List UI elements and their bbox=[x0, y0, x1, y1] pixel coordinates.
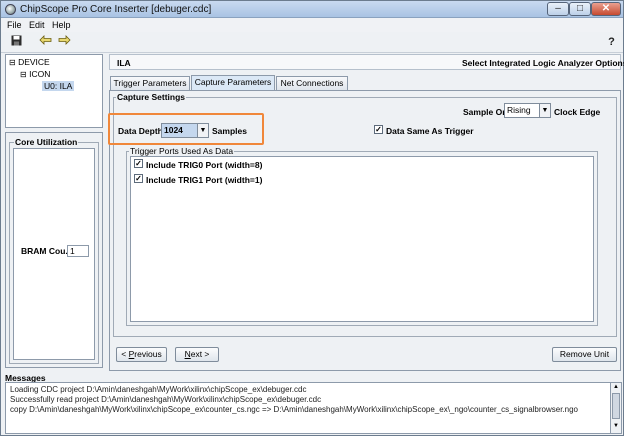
window-title: ChipScope Pro Core Inserter [debuger.cdc… bbox=[20, 4, 212, 15]
collapse-icon[interactable]: ⊟ bbox=[9, 58, 16, 67]
capture-settings-title: Capture Settings bbox=[116, 92, 187, 102]
menu-file-label: File bbox=[7, 20, 22, 30]
tree-node-icon[interactable]: ⊟ ICON bbox=[20, 69, 50, 79]
menu-bar bbox=[1, 18, 623, 32]
scroll-up-icon[interactable]: ▲ bbox=[612, 384, 620, 392]
chevron-down-icon[interactable]: ▼ bbox=[197, 124, 208, 137]
message-line: copy D:\Amin\daneshgah\MyWork\xilinx\chi… bbox=[10, 405, 579, 414]
bram-count-value: 1 bbox=[67, 245, 89, 257]
menu-file[interactable]: File bbox=[7, 20, 22, 30]
menu-help-label: Help bbox=[52, 20, 71, 30]
minimize-button[interactable]: – bbox=[547, 2, 569, 16]
data-depth-value: 1024 bbox=[164, 125, 183, 135]
remove-unit-label: Remove Unit bbox=[559, 349, 610, 359]
toolbar bbox=[1, 32, 623, 53]
maximize-button[interactable]: □ bbox=[569, 2, 591, 16]
tree-icon-label: ICON bbox=[29, 69, 51, 79]
messages-scrollbar[interactable]: ▲ ▼ bbox=[610, 382, 622, 434]
data-same-as-trigger-checkbox[interactable]: ✓ bbox=[374, 125, 383, 134]
core-description: Select Integrated Logic Analyzer Options bbox=[462, 58, 624, 68]
arrow-left-icon[interactable] bbox=[38, 35, 53, 49]
collapse-icon[interactable]: ⊟ bbox=[20, 70, 27, 79]
data-same-as-trigger-label: Data Same As Trigger bbox=[386, 126, 474, 136]
tab-trigger-parameters[interactable]: Trigger Parameters bbox=[110, 76, 190, 90]
previous-prefix: < bbox=[121, 349, 129, 359]
bram-count-label: BRAM Cou... bbox=[21, 246, 73, 256]
menu-edit-label: Edit bbox=[29, 20, 45, 30]
include-trig0-checkbox[interactable]: ✓ bbox=[134, 159, 143, 168]
tree-device-label: DEVICE bbox=[18, 57, 50, 67]
data-depth-label: Data Depth: bbox=[118, 126, 166, 136]
clock-edge-label: Clock Edge bbox=[554, 107, 601, 117]
chevron-down-icon[interactable]: ▼ bbox=[539, 104, 550, 117]
samples-label: Samples bbox=[212, 126, 247, 136]
menu-help[interactable]: Help bbox=[52, 20, 71, 30]
tab-net-connections[interactable]: Net Connections bbox=[276, 76, 348, 90]
core-utilization-title: Core Utilization bbox=[14, 137, 79, 147]
core-name: ILA bbox=[117, 58, 131, 68]
save-icon[interactable] bbox=[9, 35, 24, 49]
tab-capture-parameters[interactable]: Capture Parameters bbox=[191, 75, 275, 90]
data-depth-select[interactable]: 1024 ▼ bbox=[161, 123, 209, 138]
previous-button[interactable]: < Previous bbox=[116, 347, 167, 362]
message-line: Loading CDC project D:\Amin\daneshgah\My… bbox=[10, 385, 307, 394]
app-icon bbox=[5, 4, 16, 15]
tree-ila-label: U0: ILA bbox=[44, 81, 73, 91]
messages-log: Loading CDC project D:\Amin\daneshgah\My… bbox=[5, 382, 611, 434]
sample-on-value: Rising bbox=[507, 105, 531, 115]
scroll-down-icon[interactable]: ▼ bbox=[612, 423, 620, 431]
remove-unit-button[interactable]: Remove Unit bbox=[552, 347, 617, 362]
next-rest: ext > bbox=[190, 349, 210, 359]
message-line: Successfully read project D:\Amin\danesh… bbox=[10, 395, 322, 404]
tab-label: Trigger Parameters bbox=[113, 78, 187, 88]
include-trig1-label: Include TRIG1 Port (width=1) bbox=[146, 175, 263, 185]
menu-edit[interactable]: Edit bbox=[29, 20, 45, 30]
include-trig1-checkbox[interactable]: ✓ bbox=[134, 174, 143, 183]
tree-node-device[interactable]: ⊟ DEVICE bbox=[9, 57, 50, 67]
previous-rest: revious bbox=[134, 349, 162, 359]
help-icon[interactable]: ? bbox=[604, 35, 619, 49]
tab-label: Net Connections bbox=[280, 78, 344, 88]
trigger-ports-title: Trigger Ports Used As Data bbox=[129, 146, 235, 156]
app-window: ChipScope Pro Core Inserter [debuger.cdc… bbox=[0, 0, 624, 436]
scroll-thumb[interactable] bbox=[612, 393, 620, 419]
sample-on-select[interactable]: Rising ▼ bbox=[504, 103, 551, 118]
tree-node-ila[interactable]: U0: ILA bbox=[42, 81, 75, 91]
close-button[interactable]: ✕ bbox=[591, 2, 621, 16]
sample-on-label: Sample On bbox=[463, 107, 508, 117]
arrow-right-icon[interactable] bbox=[57, 35, 72, 49]
next-button[interactable]: Next > bbox=[175, 347, 219, 362]
include-trig0-label: Include TRIG0 Port (width=8) bbox=[146, 160, 263, 170]
tab-label: Capture Parameters bbox=[194, 77, 272, 87]
